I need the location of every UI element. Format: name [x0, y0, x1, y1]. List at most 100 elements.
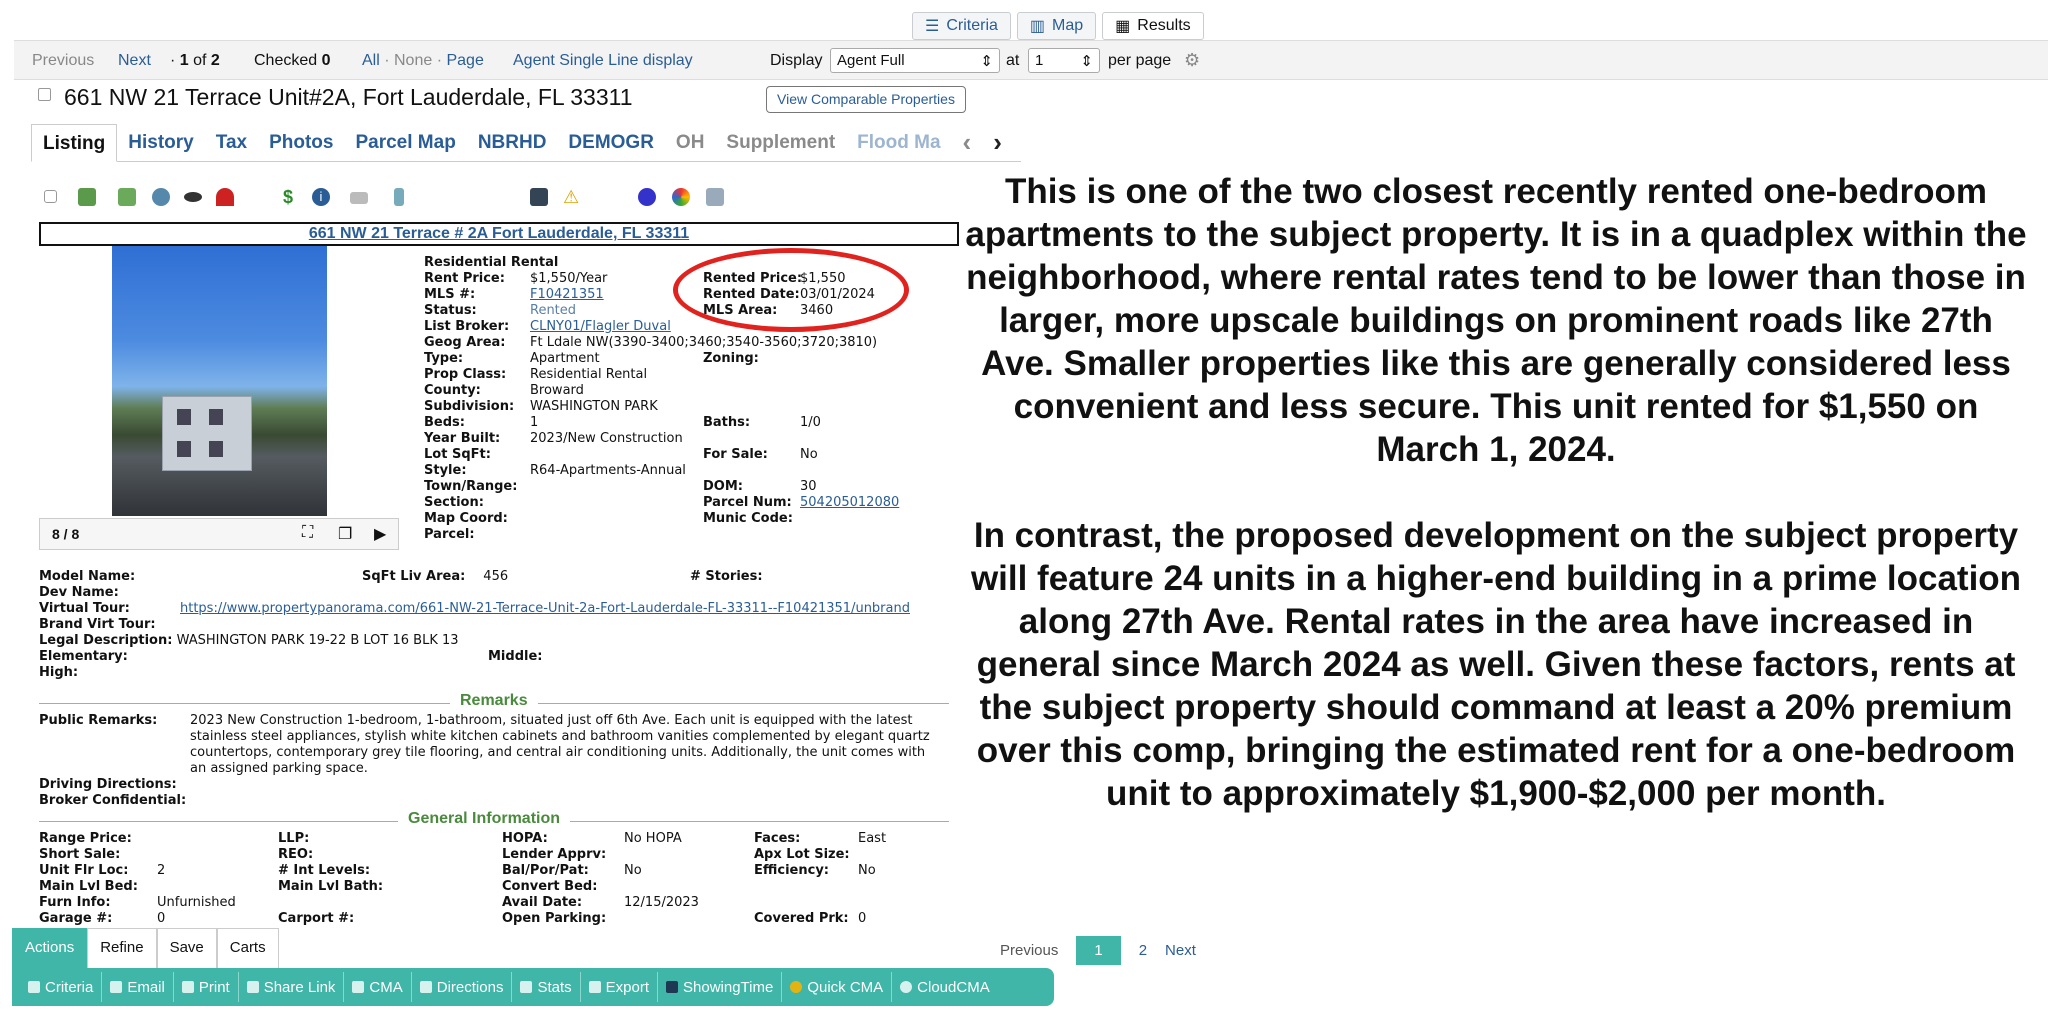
field-link[interactable]: F10421351	[530, 287, 604, 303]
view-comparable-button[interactable]: View Comparable Properties	[766, 86, 966, 113]
field-label: Beds:	[424, 415, 465, 430]
search-icon	[28, 981, 40, 993]
pinwheel-icon[interactable]	[672, 188, 690, 206]
field-label: Type:	[424, 351, 464, 366]
action-cma[interactable]: CMA	[344, 972, 412, 1002]
action-email[interactable]: Email	[102, 972, 174, 1002]
photo-icon[interactable]	[78, 188, 96, 206]
home-icon[interactable]	[530, 188, 548, 206]
action-label: Share Link	[263, 978, 336, 996]
tab-history[interactable]: History	[117, 132, 204, 154]
pager-next[interactable]: Next	[1165, 942, 1196, 959]
row-checkbox[interactable]	[44, 190, 57, 203]
tab-results[interactable]: ▦ Results	[1102, 12, 1204, 40]
tab-refine[interactable]: Refine	[87, 928, 157, 968]
tab-map[interactable]: ▥ Map	[1016, 12, 1097, 40]
action-share-link[interactable]: Share Link	[239, 972, 345, 1002]
field-link[interactable]: CLNY01/Flagler Duval	[530, 319, 671, 335]
property-type: Residential Rental	[424, 255, 559, 270]
car-icon[interactable]	[350, 192, 368, 204]
pager-previous[interactable]: Previous	[1000, 942, 1058, 959]
tab-tax[interactable]: Tax	[205, 132, 258, 154]
field-label: Legal Description:	[39, 633, 173, 648]
field-label: Year Built:	[424, 431, 501, 446]
action-stats[interactable]: Stats	[512, 972, 581, 1002]
field-link[interactable]: 504205012080	[800, 495, 899, 511]
select-page-link[interactable]: Page	[446, 52, 483, 69]
action-showingtime[interactable]: ShowingTime	[658, 972, 783, 1002]
play-icon[interactable]: ▶	[374, 524, 386, 544]
chevron-right-icon[interactable]: ›	[982, 127, 1013, 158]
display-select[interactable]: Agent Full ⇕	[830, 48, 1000, 73]
eye-icon[interactable]	[184, 192, 202, 202]
tab-actions[interactable]: Actions	[12, 928, 88, 968]
tab-criteria[interactable]: ☰ Criteria	[912, 12, 1011, 40]
magnet-icon[interactable]	[216, 188, 234, 206]
field-label: Subdivision:	[424, 399, 515, 414]
chevron-left-icon[interactable]: ‹	[952, 127, 983, 158]
action-label: Quick CMA	[807, 978, 884, 996]
field-value: WASHINGTON PARK	[530, 399, 658, 414]
tab-demogr[interactable]: DEMOGR	[557, 132, 665, 154]
tool-icon[interactable]	[394, 188, 404, 206]
action-directions[interactable]: Directions	[412, 972, 513, 1002]
field-label: Broker Confidential:	[39, 793, 187, 808]
field-value: Rented	[530, 303, 577, 318]
tab-listing[interactable]: Listing	[31, 124, 118, 162]
next-link[interactable]: Next	[118, 52, 151, 70]
map-icon: ▥	[1029, 18, 1046, 35]
listing-checkbox[interactable]	[38, 88, 51, 101]
copy-icon[interactable]: ❐	[338, 524, 352, 544]
globe-icon[interactable]	[152, 188, 170, 206]
per-page-select[interactable]: 1 ⇕	[1028, 48, 1100, 73]
select-none-link[interactable]: None	[394, 52, 432, 69]
tab-supplement[interactable]: Supplement	[715, 132, 846, 154]
tab-photos[interactable]: Photos	[258, 132, 344, 154]
tab-save[interactable]: Save	[156, 928, 217, 968]
virtual-tour-link[interactable]: https://www.propertypanorama.com/661-NW-…	[180, 601, 960, 617]
gear-icon[interactable]: ⚙	[1184, 50, 1200, 71]
tab-nbrhd[interactable]: NBRHD	[467, 132, 558, 154]
pager-page-1[interactable]: 1	[1076, 936, 1121, 965]
tab-carts[interactable]: Carts	[216, 928, 279, 968]
info-icon[interactable]: i	[312, 188, 330, 206]
compass-icon	[419, 981, 432, 993]
field-label: Brand Virt Tour:	[39, 617, 156, 632]
select-all-link[interactable]: All	[362, 52, 380, 69]
tab-parcel-map[interactable]: Parcel Map	[344, 132, 466, 154]
tab-oh[interactable]: OH	[665, 132, 716, 154]
action-criteria[interactable]: Criteria	[20, 972, 103, 1002]
field-label: SqFt Liv Area:	[362, 569, 466, 584]
tab-flood-map[interactable]: Flood Ma	[846, 132, 951, 154]
warning-icon[interactable]: ⚠	[563, 188, 581, 206]
pager-page-2[interactable]: 2	[1139, 942, 1147, 959]
field-label: Unit Flr Loc:	[39, 863, 129, 878]
action-export[interactable]: Export	[581, 972, 658, 1002]
action-print[interactable]: Print	[174, 972, 239, 1002]
field-label: Apx Lot Size:	[754, 847, 850, 862]
action-label: CMA	[369, 978, 403, 996]
single-line-display-link[interactable]: Agent Single Line display	[513, 52, 693, 70]
commentary-paragraph-2: In contrast, the proposed development on…	[970, 516, 2022, 813]
field-label: Bal/Por/Pat:	[502, 863, 589, 878]
email-icon	[110, 981, 123, 993]
fullscreen-icon[interactable]: ⛶	[302, 524, 313, 542]
action-cloudcma[interactable]: CloudCMA	[892, 972, 998, 1002]
commentary: This is one of the two closest recently …	[960, 170, 2032, 858]
field-value: WASHINGTON PARK 19-22 B LOT 16 BLK 13	[176, 633, 459, 648]
remarks-line: countertops, contemporary grey tile floo…	[190, 745, 926, 760]
field-label: Style:	[424, 463, 467, 478]
checked-value: 0	[321, 52, 331, 69]
action-quick-cma[interactable]: Quick CMA	[782, 972, 893, 1002]
brand-virt-tour-label: Brand Virt Tour:	[39, 617, 156, 633]
display-value: Agent Full	[837, 52, 905, 69]
people-icon[interactable]	[638, 188, 656, 206]
map-icon[interactable]	[118, 188, 136, 206]
document-icon[interactable]	[706, 188, 724, 206]
dollar-icon[interactable]: $	[283, 188, 301, 206]
action-label: Stats	[537, 978, 572, 996]
virtual-tour-label: Virtual Tour:	[39, 601, 130, 617]
previous-link[interactable]: Previous	[32, 52, 94, 70]
field-label: Parcel Num:	[703, 495, 792, 510]
listing-header-link[interactable]: 661 NW 21 Terrace # 2A Fort Lauderdale, …	[39, 222, 959, 246]
